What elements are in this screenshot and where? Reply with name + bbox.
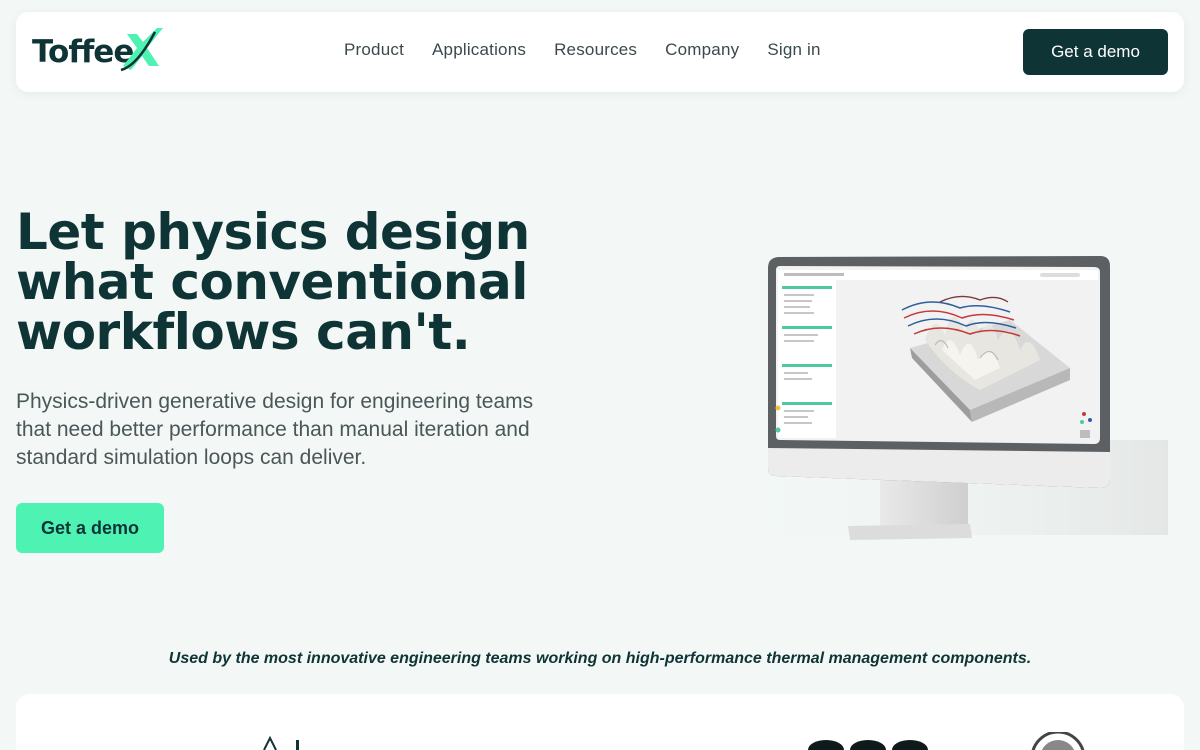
partner-logo-serif-icon [263,736,299,750]
nav-item-sign-in[interactable]: Sign in [767,40,820,60]
hero-subtitle: Physics-driven generative design for eng… [16,388,616,472]
hero-subtitle-line: standard simulation loops can deliver. [16,446,367,469]
product-monitor-illustration [690,256,1168,540]
hero-subtitle-line: Physics-driven generative design for eng… [16,390,534,413]
partner-logo-rings-icon [808,740,928,750]
nav-item-company[interactable]: Company [665,40,739,60]
hero-get-a-demo-button[interactable]: Get a demo [16,503,164,553]
social-proof-tagline: Used by the most innovative engineering … [168,650,1032,667]
hero-title-line: workflows can't. [16,303,471,361]
nav-item-product[interactable]: Product [344,40,404,60]
hero-title-line: Let physics design [16,203,530,261]
nav-item-resources[interactable]: Resources [554,40,637,60]
main-menu: Product Applications Resources Company S… [344,40,821,60]
toffeex-logo[interactable]: Toffee [32,26,163,78]
nav-get-a-demo-button[interactable]: Get a demo [1023,29,1168,75]
hero-title-line: what conventional [16,253,528,311]
partner-logo-seal-icon [1031,732,1085,750]
nav-item-applications[interactable]: Applications [432,40,526,60]
hero-subtitle-line: that need better performance than manual… [16,418,530,441]
partner-logos-strip [16,694,1184,750]
logo-x-mark-icon [120,28,163,72]
top-navigation: Toffee Product Applications Resources Co… [16,12,1184,92]
hero-title: Let physics design what conventional wor… [16,207,636,357]
